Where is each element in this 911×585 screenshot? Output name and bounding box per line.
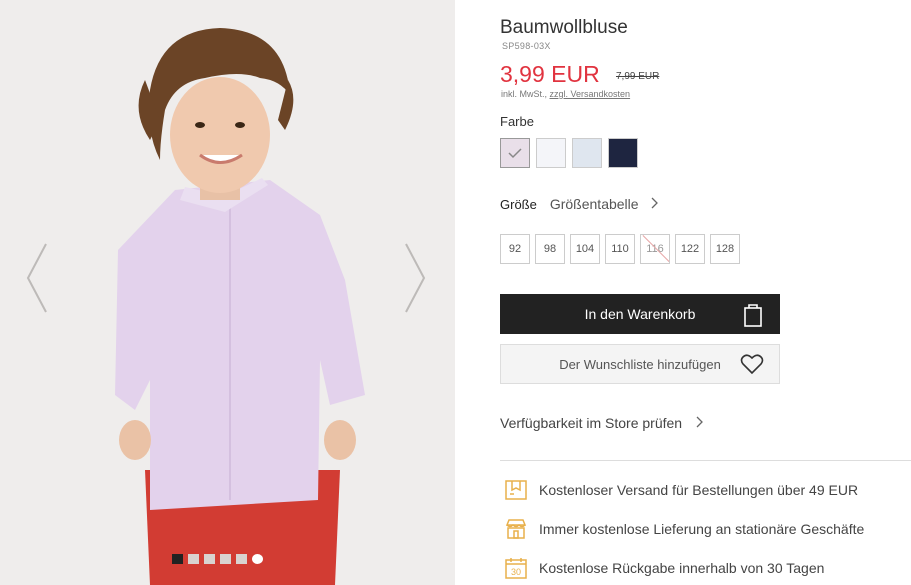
- gallery-next-button[interactable]: [400, 240, 430, 316]
- product-title: Baumwollbluse: [500, 17, 628, 38]
- product-image-gallery: [0, 0, 455, 585]
- tax-info: inkl. MwSt., zzgl. Versandkosten: [501, 89, 630, 99]
- store-availability-link[interactable]: Verfügbarkeit im Store prüfen: [500, 415, 704, 431]
- calendar-30-icon: 30: [505, 558, 527, 579]
- chevron-left-icon: [26, 243, 47, 313]
- benefit-item: Kostenloser Versand für Bestellungen übe…: [504, 478, 864, 502]
- benefit-item: 30 Kostenlose Rückgabe innerhalb von 30 …: [504, 556, 864, 580]
- store-icon: [505, 519, 527, 539]
- gallery-prev-button[interactable]: [22, 240, 52, 316]
- size-option[interactable]: 110: [605, 234, 635, 264]
- size-options: 92 98 104 110 116 122 128: [500, 234, 740, 264]
- product-photo: [0, 0, 455, 585]
- chevron-right-icon: [696, 415, 704, 431]
- gallery-dot[interactable]: [188, 554, 199, 564]
- divider: [500, 460, 911, 461]
- size-option[interactable]: 128: [710, 234, 740, 264]
- size-option[interactable]: 98: [535, 234, 565, 264]
- shopping-bag-icon: [744, 304, 762, 327]
- size-table-link[interactable]: Größentabelle: [550, 196, 639, 212]
- add-to-cart-button[interactable]: In den Warenkorb: [500, 294, 780, 334]
- product-price: 3,99 EUR: [500, 61, 600, 87]
- chevron-right-icon: [405, 243, 426, 313]
- color-swatch-hellblau[interactable]: [572, 138, 602, 168]
- product-old-price: 7,99 EUR: [616, 71, 660, 82]
- color-swatch-dunkelblau[interactable]: [608, 138, 638, 168]
- gallery-dot[interactable]: [236, 554, 247, 564]
- checkmark-icon: [508, 148, 522, 159]
- size-label: Größe: [500, 196, 537, 212]
- shipping-costs-link[interactable]: zzgl. Versandkosten: [550, 89, 631, 99]
- size-option[interactable]: 104: [570, 234, 600, 264]
- size-header: Größe Größentabelle: [500, 196, 659, 212]
- color-swatch-lila[interactable]: [500, 138, 530, 168]
- benefit-text: Immer kostenlose Lieferung an stationäre…: [539, 521, 865, 537]
- color-label: Farbe: [500, 114, 534, 129]
- tax-text: inkl. MwSt.,: [501, 89, 550, 99]
- svg-text:30: 30: [511, 567, 521, 577]
- gallery-pagination: [172, 554, 263, 564]
- chevron-right-icon: [651, 196, 659, 212]
- store-availability-label: Verfügbarkeit im Store prüfen: [500, 415, 683, 431]
- add-to-wishlist-button[interactable]: Der Wunschliste hinzufügen: [500, 344, 780, 384]
- product-sku: SP598-03X: [502, 41, 551, 51]
- gallery-dot[interactable]: [172, 554, 183, 564]
- delivery-box-icon: [505, 480, 527, 500]
- gallery-dot[interactable]: [220, 554, 231, 564]
- color-swatch-weiss[interactable]: [536, 138, 566, 168]
- add-to-cart-label: In den Warenkorb: [584, 306, 696, 322]
- product-details-panel: Baumwollbluse SP598-03X 3,99 EUR 7,99 EU…: [500, 0, 911, 585]
- benefit-item: Immer kostenlose Lieferung an stationäre…: [504, 517, 864, 541]
- benefit-text: Kostenloser Versand für Bestellungen übe…: [539, 482, 859, 498]
- benefits-list: Kostenloser Versand für Bestellungen übe…: [504, 478, 864, 585]
- gallery-dot-video[interactable]: [252, 554, 263, 564]
- size-option-unavailable: 116: [640, 234, 670, 264]
- add-to-wishlist-label: Der Wunschliste hinzufügen: [559, 356, 721, 372]
- heart-icon: [740, 354, 764, 375]
- size-option[interactable]: 122: [675, 234, 705, 264]
- gallery-dot[interactable]: [204, 554, 215, 564]
- benefit-text: Kostenlose Rückgabe innerhalb von 30 Tag…: [539, 560, 825, 576]
- color-swatches: [500, 138, 638, 168]
- size-option[interactable]: 92: [500, 234, 530, 264]
